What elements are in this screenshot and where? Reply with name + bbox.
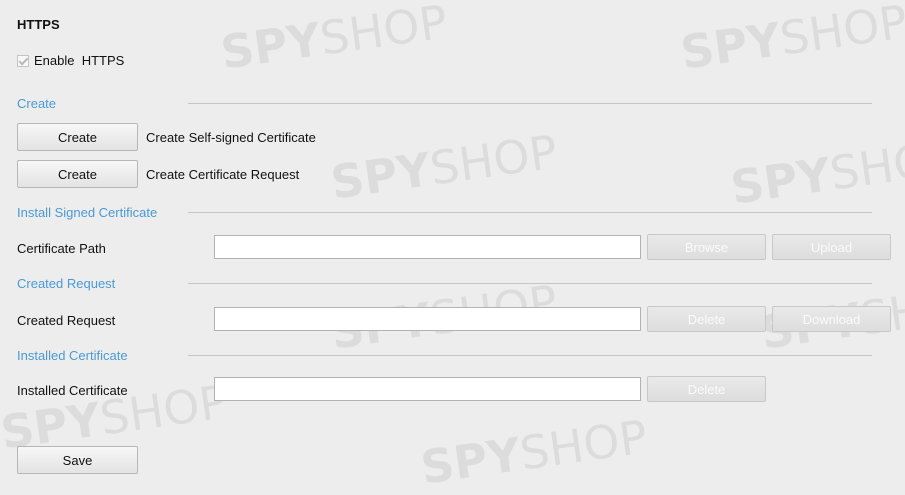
created-request-input[interactable] (214, 307, 641, 331)
section-created-request: Created Request (17, 276, 116, 291)
download-button[interactable]: Download (772, 306, 891, 332)
watermark: SPYSHOP (417, 409, 651, 495)
watermark: SPYSHOP (727, 129, 905, 215)
certificate-path-label: Certificate Path (17, 241, 106, 256)
create-self-signed-button[interactable]: Create (17, 123, 138, 151)
section-installed-certificate: Installed Certificate (17, 348, 128, 363)
watermark: SPYSHOP (677, 0, 905, 80)
divider (188, 283, 872, 284)
delete-certificate-button[interactable]: Delete (647, 376, 766, 402)
enable-https-checkbox[interactable] (17, 54, 29, 67)
delete-request-button[interactable]: Delete (647, 306, 766, 332)
installed-certificate-label: Installed Certificate (17, 383, 128, 398)
enable-https-row[interactable]: Enable HTTPS (17, 53, 124, 68)
watermark: SPYSHOP (327, 124, 561, 210)
section-install-signed: Install Signed Certificate (17, 205, 158, 220)
create-request-label: Create Certificate Request (146, 167, 300, 182)
create-self-signed-label: Create Self-signed Certificate (146, 130, 316, 145)
create-request-button[interactable]: Create (17, 160, 138, 188)
upload-button[interactable]: Upload (772, 234, 891, 260)
watermark: SPYSHOP (217, 0, 451, 80)
installed-certificate-input[interactable] (214, 377, 641, 401)
enable-https-label: Enable HTTPS (34, 53, 125, 68)
browse-button[interactable]: Browse (647, 234, 766, 260)
divider (188, 355, 872, 356)
divider (188, 103, 872, 104)
section-create: Create (17, 96, 57, 111)
page-title: HTTPS (17, 17, 60, 32)
divider (188, 212, 872, 213)
created-request-label: Created Request (17, 313, 116, 328)
save-button[interactable]: Save (17, 446, 138, 474)
certificate-path-input[interactable] (214, 235, 641, 259)
